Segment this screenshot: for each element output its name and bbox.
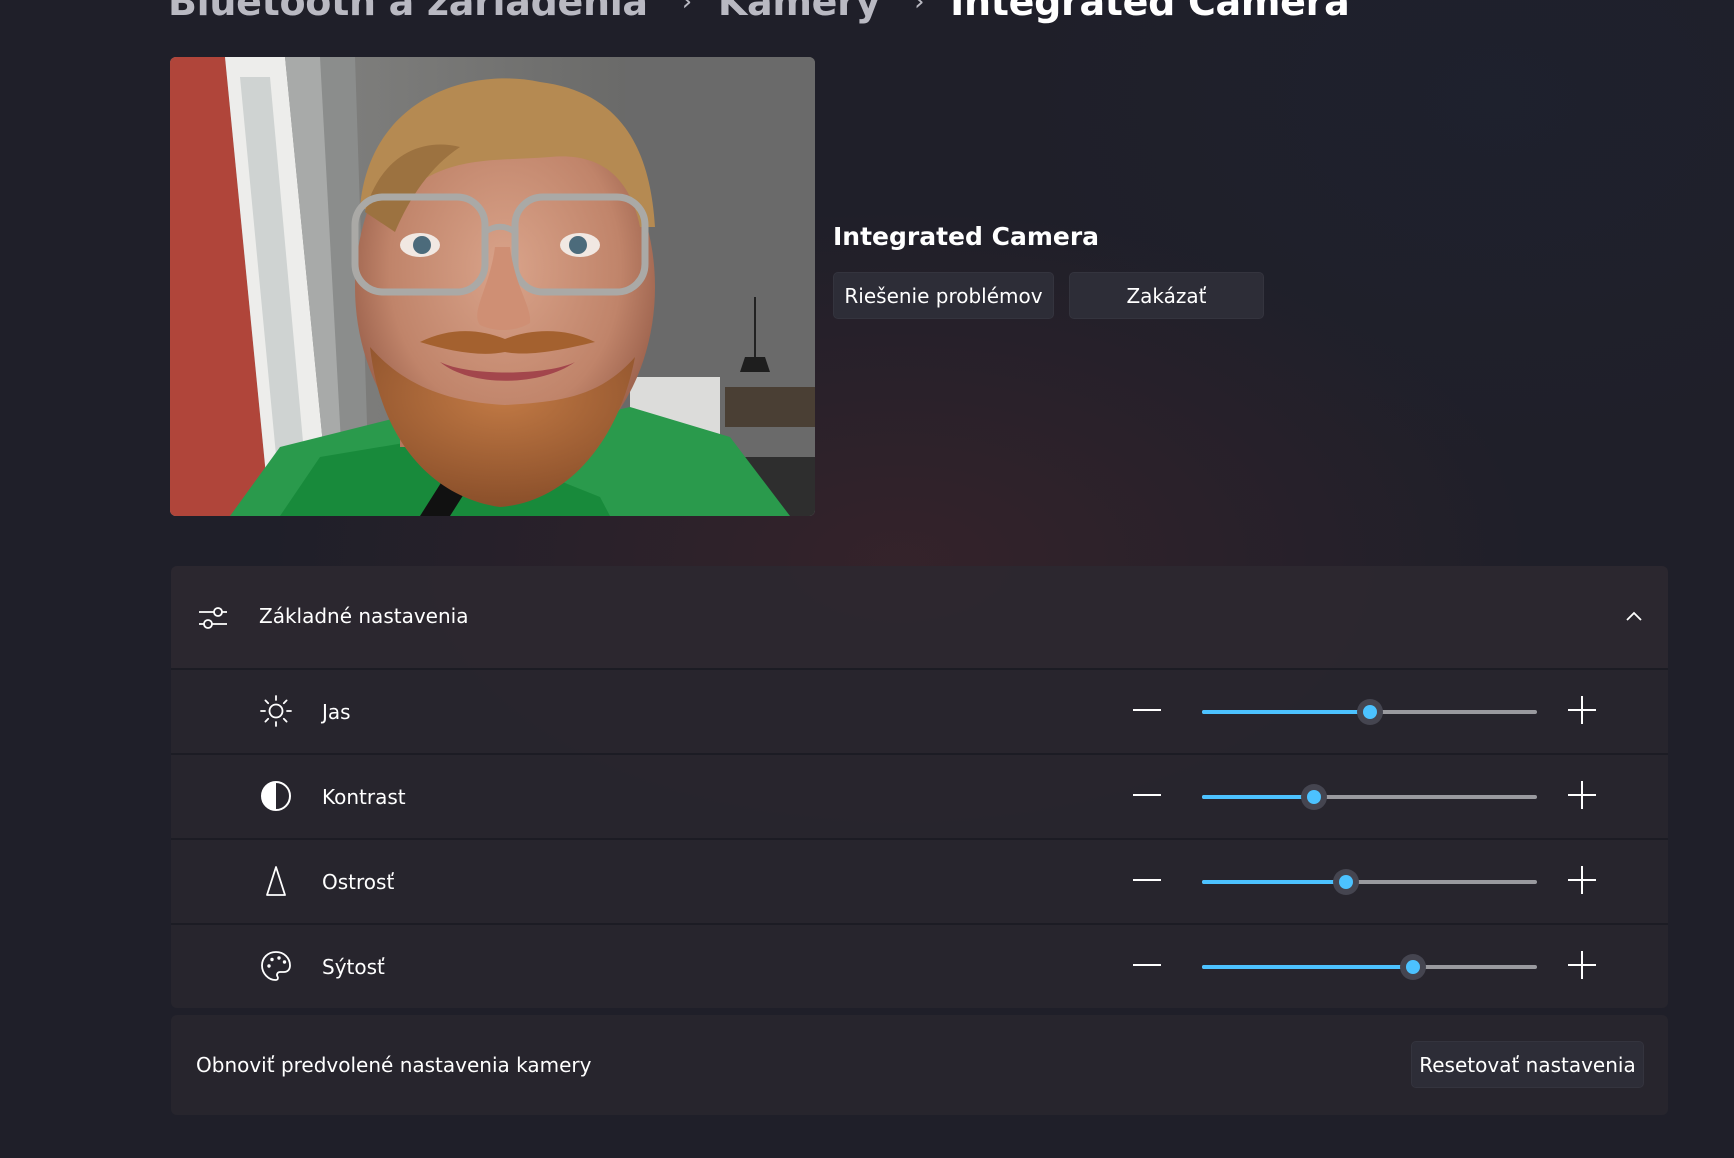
sharpness-slider[interactable]: [1202, 869, 1537, 895]
contrast-decrease-icon[interactable]: [1129, 777, 1165, 813]
setting-row-saturation: Sýtosť: [171, 925, 1668, 1008]
brightness-label: Jas: [322, 700, 351, 724]
slider-thumb[interactable]: [1301, 784, 1328, 810]
setting-row-contrast: Kontrast: [171, 755, 1668, 840]
basic-settings-header[interactable]: Základné nastavenia: [171, 566, 1668, 670]
breadcrumb-bluetooth[interactable]: Bluetooth a zariadenia: [168, 0, 648, 24]
sharpness-icon: [266, 866, 286, 896]
disable-button[interactable]: Zakázať: [1069, 272, 1264, 319]
reset-card: Obnoviť predvolené nastavenia kamery Res…: [171, 1015, 1668, 1115]
sharpness-increase-icon[interactable]: [1564, 862, 1600, 898]
basic-settings-label: Základné nastavenia: [259, 604, 469, 628]
reset-description: Obnoviť predvolené nastavenia kamery: [196, 1053, 592, 1077]
chevron-up-icon[interactable]: [1624, 606, 1644, 626]
breadcrumb-separator: ›: [914, 0, 925, 17]
troubleshoot-button[interactable]: Riešenie problémov: [833, 272, 1054, 319]
breadcrumb-separator: ›: [681, 0, 692, 17]
sharpness-decrease-icon[interactable]: [1129, 862, 1165, 898]
contrast-slider[interactable]: [1202, 784, 1537, 810]
sliders-icon: [199, 607, 227, 629]
reset-settings-button[interactable]: Resetovať nastavenia: [1411, 1041, 1644, 1088]
camera-preview-image: [170, 57, 815, 516]
breadcrumb-cameras[interactable]: Kamery: [718, 0, 880, 24]
setting-row-brightness: Jas: [171, 670, 1668, 755]
palette-icon: [261, 951, 291, 981]
setting-row-sharpness: Ostrosť: [171, 840, 1668, 925]
brightness-icon: [260, 695, 292, 727]
slider-fill: [1202, 710, 1370, 714]
brightness-decrease-icon[interactable]: [1129, 692, 1165, 728]
saturation-decrease-icon[interactable]: [1129, 947, 1165, 983]
contrast-icon: [261, 781, 291, 811]
slider-fill: [1202, 880, 1347, 884]
slider-fill: [1202, 795, 1315, 799]
slider-thumb[interactable]: [1356, 699, 1383, 725]
contrast-increase-icon[interactable]: [1564, 777, 1600, 813]
basic-settings-card: Základné nastavenia Jas Kontrast Ostrosť…: [171, 566, 1668, 1008]
saturation-slider[interactable]: [1202, 954, 1537, 980]
slider-fill: [1202, 965, 1414, 969]
slider-thumb[interactable]: [1400, 954, 1427, 980]
slider-thumb[interactable]: [1333, 869, 1360, 895]
settings-page: Bluetooth a zariadenia › Kamery › Integr…: [0, 0, 1734, 1158]
camera-preview: [170, 57, 815, 516]
brightness-slider[interactable]: [1202, 699, 1537, 725]
sharpness-label: Ostrosť: [322, 870, 395, 894]
contrast-label: Kontrast: [322, 785, 406, 809]
saturation-label: Sýtosť: [322, 955, 385, 979]
breadcrumb: Bluetooth a zariadenia › Kamery › Integr…: [168, 0, 1350, 30]
camera-name: Integrated Camera: [833, 222, 1100, 251]
saturation-increase-icon[interactable]: [1564, 947, 1600, 983]
breadcrumb-current-page: Integrated Camera: [950, 0, 1350, 24]
brightness-increase-icon[interactable]: [1564, 692, 1600, 728]
